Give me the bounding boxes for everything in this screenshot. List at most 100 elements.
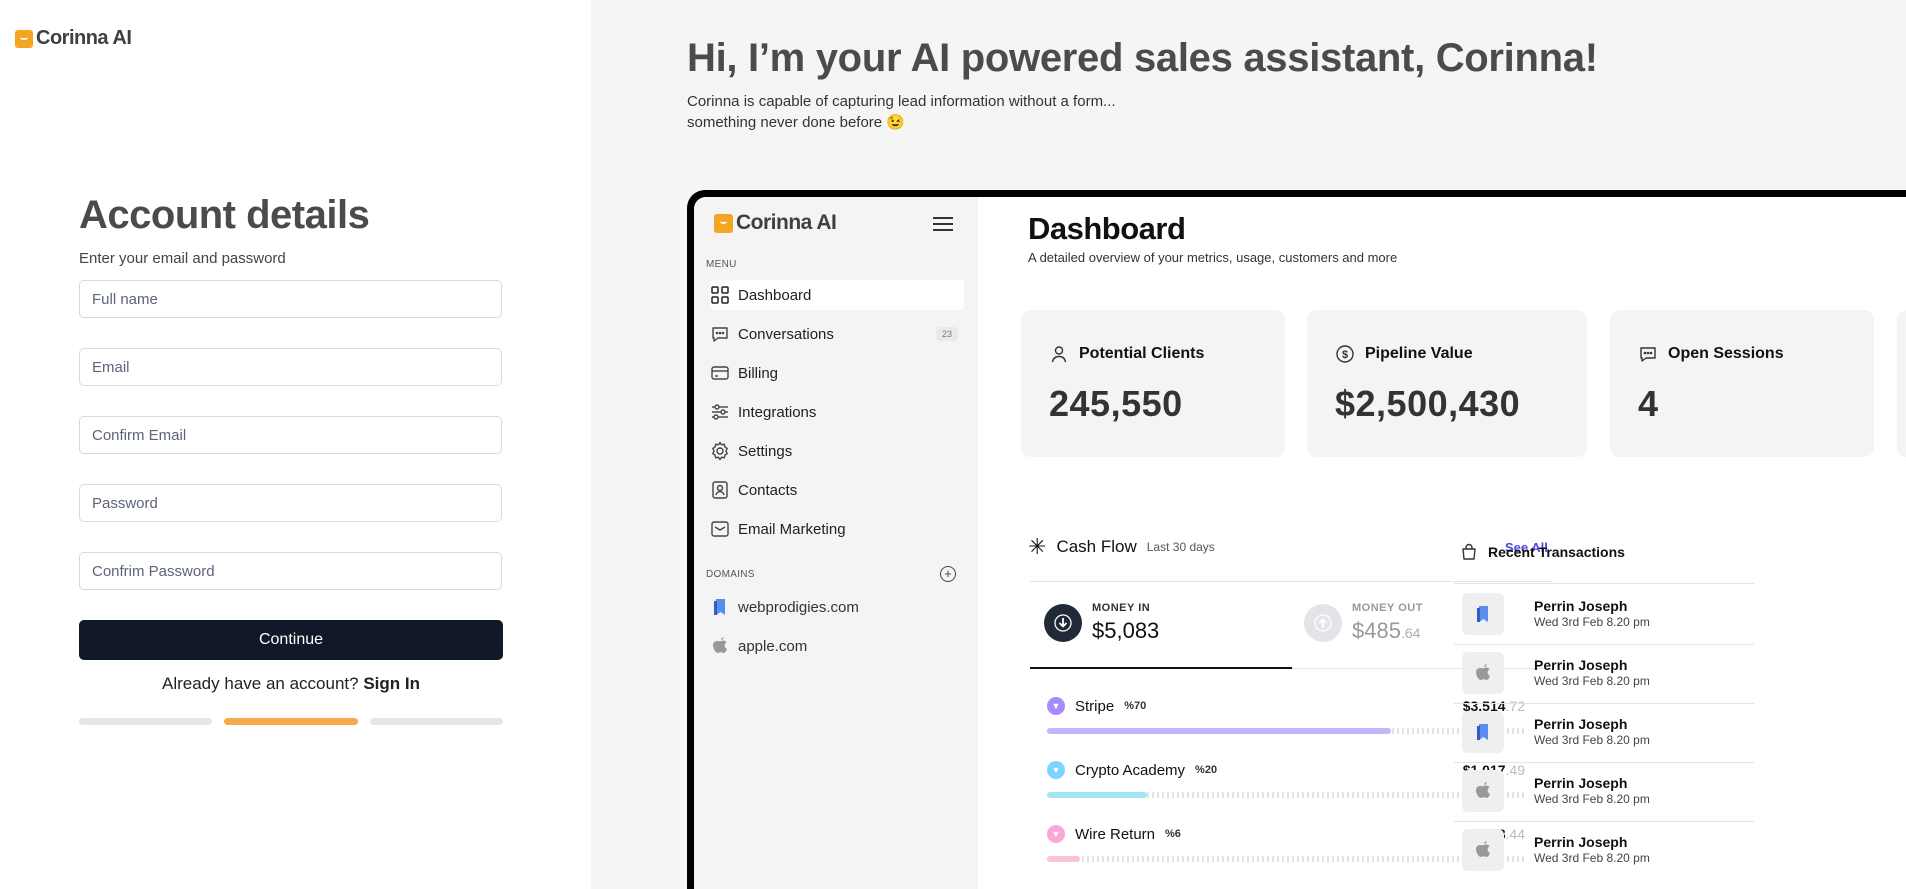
domain-label: webprodigies.com bbox=[738, 598, 859, 616]
recent-transaction-row: Perrin Joseph Wed 3rd Feb 8.20 pm bbox=[1454, 822, 1754, 880]
email-field[interactable] bbox=[79, 348, 502, 386]
sidebar-item-label: Email Marketing bbox=[738, 520, 846, 538]
domain-item-webprodigies: webprodigies.com bbox=[710, 593, 859, 621]
page-title: Account details bbox=[79, 193, 370, 237]
card-potential-clients: Potential Clients 245,550 bbox=[1021, 310, 1285, 457]
money-in-tab: MONEY IN $5,083 bbox=[1044, 602, 1159, 644]
gear-icon bbox=[710, 441, 730, 461]
download-icon bbox=[1044, 604, 1082, 642]
card-partial bbox=[1897, 310, 1906, 457]
transaction-date: Wed 3rd Feb 8.20 pm bbox=[1534, 615, 1650, 629]
preview-screen: Corinna AI MENU Dashboard Conversations … bbox=[694, 197, 1906, 889]
money-out-decimal: .64 bbox=[1400, 625, 1421, 641]
brand-logo[interactable]: Corinna AI bbox=[15, 27, 132, 50]
asterisk-icon: ✳ bbox=[1028, 534, 1047, 559]
transaction-date: Wed 3rd Feb 8.20 pm bbox=[1534, 733, 1650, 747]
recent-transaction-row: Perrin Joseph Wed 3rd Feb 8.20 pm bbox=[1454, 704, 1754, 762]
confirm-password-field[interactable] bbox=[79, 552, 502, 590]
preview-sidebar: Corinna AI MENU Dashboard Conversations … bbox=[694, 197, 978, 889]
recent-transaction-row: Perrin Joseph Wed 3rd Feb 8.20 pm bbox=[1454, 645, 1754, 703]
progress-fill bbox=[1047, 728, 1392, 734]
already-text: Already have an account? bbox=[162, 674, 359, 693]
money-in-label: MONEY IN bbox=[1092, 602, 1151, 614]
apple-icon bbox=[1462, 652, 1504, 694]
recent-transactions-header: Recent Transactions bbox=[1460, 543, 1625, 561]
dashboard-title: Dashboard bbox=[1028, 211, 1186, 246]
card-label: Open Sessions bbox=[1668, 345, 1784, 362]
contact-icon bbox=[710, 480, 730, 500]
domain-item-apple: apple.com bbox=[710, 632, 807, 660]
arrow-down-icon: ▼ bbox=[1047, 697, 1065, 715]
sidebar-item-contacts: Contacts bbox=[710, 475, 964, 505]
transaction-person: Perrin Joseph bbox=[1534, 716, 1628, 732]
preview-logo-icon bbox=[714, 213, 733, 233]
transaction-date: Wed 3rd Feb 8.20 pm bbox=[1534, 851, 1650, 865]
preview-brand-logo: Corinna AI bbox=[714, 211, 837, 235]
transaction-percent: %20 bbox=[1195, 764, 1218, 776]
full-name-field[interactable] bbox=[79, 280, 502, 318]
sidebar-item-label: Conversations bbox=[738, 325, 834, 343]
dollar-icon: $ bbox=[1335, 344, 1355, 364]
domain-label: apple.com bbox=[738, 637, 808, 655]
conversations-count-badge: 23 bbox=[935, 327, 958, 341]
password-field[interactable] bbox=[79, 484, 502, 522]
credit-card-icon bbox=[710, 363, 730, 383]
sidebar-item-integrations: Integrations bbox=[710, 397, 964, 427]
card-pipeline-value: $ Pipeline Value $2,500,430 bbox=[1307, 310, 1587, 457]
hamburger-menu-icon bbox=[933, 217, 953, 235]
logo-icon bbox=[15, 29, 33, 48]
menu-section-label: MENU bbox=[706, 259, 737, 270]
card-value: 4 bbox=[1638, 383, 1659, 424]
chat-icon bbox=[710, 324, 730, 344]
transaction-date: Wed 3rd Feb 8.20 pm bbox=[1534, 674, 1650, 688]
transaction-name: Crypto Academy bbox=[1075, 761, 1186, 779]
transaction-person: Perrin Joseph bbox=[1534, 598, 1628, 614]
arrow-down-icon: ▼ bbox=[1047, 825, 1065, 843]
progress-step-2 bbox=[224, 718, 358, 725]
page-subtitle: Enter your email and password bbox=[79, 250, 286, 267]
bookmark-icon bbox=[710, 597, 730, 617]
dashboard-subtitle: A detailed overview of your metrics, usa… bbox=[1028, 250, 1398, 265]
signup-panel: Corinna AI Account details Enter your em… bbox=[0, 0, 591, 889]
recent-transactions-title: Recent Transactions bbox=[1488, 544, 1625, 560]
sidebar-item-dashboard: Dashboard bbox=[710, 280, 964, 310]
confirm-email-field[interactable] bbox=[79, 416, 502, 454]
card-label: Pipeline Value bbox=[1365, 345, 1473, 362]
divider bbox=[1454, 583, 1754, 584]
sidebar-item-label: Settings bbox=[738, 442, 793, 460]
card-value: 245,550 bbox=[1049, 383, 1183, 424]
sidebar-item-email-marketing: Email Marketing bbox=[710, 514, 964, 544]
add-domain-icon: + bbox=[940, 566, 956, 582]
transaction-name: Stripe bbox=[1075, 697, 1115, 715]
transaction-percent: %70 bbox=[1124, 700, 1147, 712]
transaction-date: Wed 3rd Feb 8.20 pm bbox=[1534, 792, 1650, 806]
sidebar-item-label: Dashboard bbox=[738, 286, 812, 304]
user-icon bbox=[1049, 344, 1069, 364]
mail-icon bbox=[710, 519, 730, 539]
progress-step-3 bbox=[370, 718, 503, 725]
transaction-person: Perrin Joseph bbox=[1534, 657, 1628, 673]
hero-line-2: something never done before 😉 bbox=[687, 114, 905, 131]
money-in-value: $5,083 bbox=[1092, 618, 1160, 643]
sidebar-item-settings: Settings bbox=[710, 436, 964, 466]
transaction-person: Perrin Joseph bbox=[1534, 834, 1628, 850]
svg-text:$: $ bbox=[1342, 349, 1348, 361]
chat-icon bbox=[1638, 344, 1658, 364]
sliders-icon bbox=[710, 402, 730, 422]
hero-line-1: Corinna is capable of capturing lead inf… bbox=[687, 93, 1116, 110]
sidebar-item-label: Billing bbox=[738, 364, 779, 382]
progress-fill bbox=[1047, 792, 1148, 798]
continue-button[interactable]: Continue bbox=[79, 620, 503, 660]
progress-step-1 bbox=[79, 718, 212, 725]
money-out-label: MONEY OUT bbox=[1352, 602, 1423, 614]
sidebar-item-label: Integrations bbox=[738, 403, 817, 421]
recent-transaction-row: Perrin Joseph Wed 3rd Feb 8.20 pm bbox=[1454, 763, 1754, 821]
recent-transaction-row: Perrin Joseph Wed 3rd Feb 8.20 pm bbox=[1454, 586, 1754, 644]
apple-icon bbox=[1462, 770, 1504, 812]
transaction-person: Perrin Joseph bbox=[1534, 775, 1628, 791]
cash-flow-header: ✳ Cash Flow Last 30 days bbox=[1028, 534, 1215, 559]
card-label: Potential Clients bbox=[1079, 345, 1205, 362]
promo-panel: Hi, I’m your AI powered sales assistant,… bbox=[591, 0, 1906, 889]
cash-flow-title: Cash Flow bbox=[1056, 537, 1137, 556]
sign-in-link[interactable]: Sign In bbox=[363, 674, 420, 693]
